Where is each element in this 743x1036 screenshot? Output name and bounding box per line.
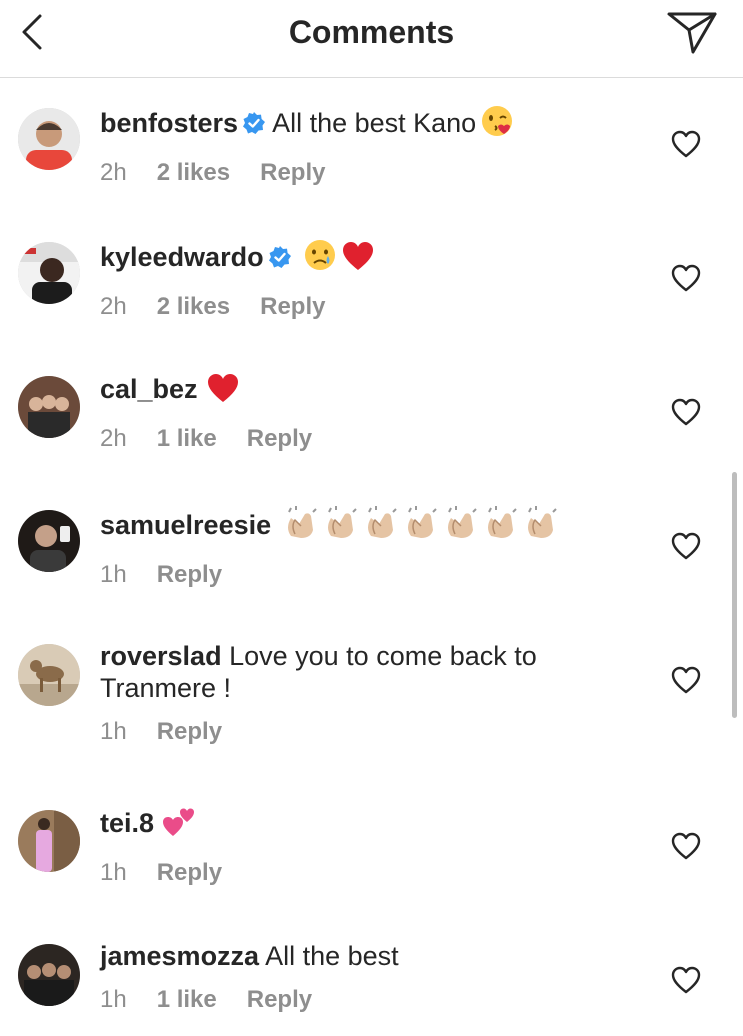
comment-meta: 1h 1 like Reply bbox=[100, 986, 620, 1014]
comment-timestamp: 1h bbox=[100, 561, 127, 588]
comment-meta: 2h 1 like Reply bbox=[100, 425, 620, 453]
comment-likes[interactable]: 2 likes bbox=[157, 159, 230, 187]
clapping-hands-emoji bbox=[363, 506, 399, 547]
clapping-hands-emoji bbox=[283, 506, 319, 547]
verified-badge-icon bbox=[242, 110, 266, 142]
like-heart-button[interactable] bbox=[671, 130, 701, 158]
like-heart-button[interactable] bbox=[671, 666, 701, 694]
clapping-hands-emoji bbox=[483, 506, 519, 547]
avatar[interactable] bbox=[18, 376, 80, 438]
heart-icon bbox=[671, 966, 701, 994]
like-heart-button[interactable] bbox=[671, 532, 701, 560]
comment-meta: 1h Reply bbox=[100, 718, 620, 746]
crying-face-emoji bbox=[303, 238, 337, 279]
comment-meta: 2h 2 likes Reply bbox=[100, 293, 620, 321]
avatar[interactable] bbox=[18, 242, 80, 304]
reply-button[interactable]: Reply bbox=[157, 859, 222, 887]
comment-username[interactable]: kyleedwardo bbox=[100, 242, 264, 272]
heart-icon bbox=[671, 832, 701, 860]
comment-username[interactable]: samuelreesie bbox=[100, 510, 271, 540]
verified-badge-icon bbox=[268, 244, 292, 276]
comment-text: All the best bbox=[265, 941, 399, 971]
comment-username[interactable]: jamesmozza bbox=[100, 941, 259, 971]
comment-username[interactable]: cal_bez bbox=[100, 374, 198, 404]
red-heart-emoji bbox=[206, 372, 240, 411]
reply-button[interactable]: Reply bbox=[247, 986, 312, 1014]
comment-text: Love you to come back to bbox=[229, 641, 537, 671]
reply-button[interactable]: Reply bbox=[260, 159, 325, 187]
heart-icon bbox=[671, 532, 701, 560]
reply-button[interactable]: Reply bbox=[157, 718, 222, 746]
like-heart-button[interactable] bbox=[671, 966, 701, 994]
comment-meta: 1h Reply bbox=[100, 859, 620, 887]
header-bar: Comments bbox=[0, 0, 743, 78]
comment-username[interactable]: benfosters bbox=[100, 108, 238, 138]
reply-button[interactable]: Reply bbox=[260, 293, 325, 321]
avatar[interactable] bbox=[18, 944, 80, 1006]
paper-plane-icon bbox=[667, 12, 717, 54]
comment-meta: 2h 2 likes Reply bbox=[100, 159, 620, 187]
avatar[interactable] bbox=[18, 108, 80, 170]
avatar[interactable] bbox=[18, 810, 80, 872]
clapping-hands-emoji bbox=[523, 506, 559, 547]
like-heart-button[interactable] bbox=[671, 398, 701, 426]
avatar[interactable] bbox=[18, 510, 80, 572]
heart-icon bbox=[671, 666, 701, 694]
comment-username[interactable]: tei.8 bbox=[100, 808, 154, 838]
share-button[interactable] bbox=[663, 8, 719, 56]
scrollbar[interactable] bbox=[732, 472, 737, 718]
heart-icon bbox=[671, 398, 701, 426]
comment-timestamp: 2h bbox=[100, 425, 127, 452]
heart-icon bbox=[671, 264, 701, 292]
like-heart-button[interactable] bbox=[671, 832, 701, 860]
reply-button[interactable]: Reply bbox=[157, 561, 222, 589]
heart-icon bbox=[671, 130, 701, 158]
clapping-hands-emoji bbox=[323, 506, 359, 547]
clapping-hands-emoji bbox=[443, 506, 479, 547]
reply-button[interactable]: Reply bbox=[247, 425, 312, 453]
comment-timestamp: 2h bbox=[100, 293, 127, 320]
comment-meta: 1h Reply bbox=[100, 561, 620, 589]
comment-timestamp: 2h bbox=[100, 159, 127, 186]
kissing-face-emoji bbox=[480, 104, 514, 145]
like-heart-button[interactable] bbox=[671, 264, 701, 292]
page-title: Comments bbox=[288, 14, 455, 50]
comment-text-line2: Tranmere ! bbox=[100, 673, 232, 703]
red-heart-emoji bbox=[341, 240, 375, 279]
comment-timestamp: 1h bbox=[100, 718, 127, 745]
comment-likes[interactable]: 1 like bbox=[157, 986, 217, 1014]
comment-timestamp: 1h bbox=[100, 859, 127, 886]
comment-username[interactable]: roverslad bbox=[100, 641, 222, 671]
avatar[interactable] bbox=[18, 644, 80, 706]
comment-text: All the best Kano bbox=[272, 108, 477, 138]
comment-likes[interactable]: 2 likes bbox=[157, 293, 230, 321]
comment-timestamp: 1h bbox=[100, 986, 127, 1013]
two-hearts-emoji bbox=[162, 806, 196, 845]
comment-likes[interactable]: 1 like bbox=[157, 425, 217, 453]
clapping-hands-emoji bbox=[403, 506, 439, 547]
